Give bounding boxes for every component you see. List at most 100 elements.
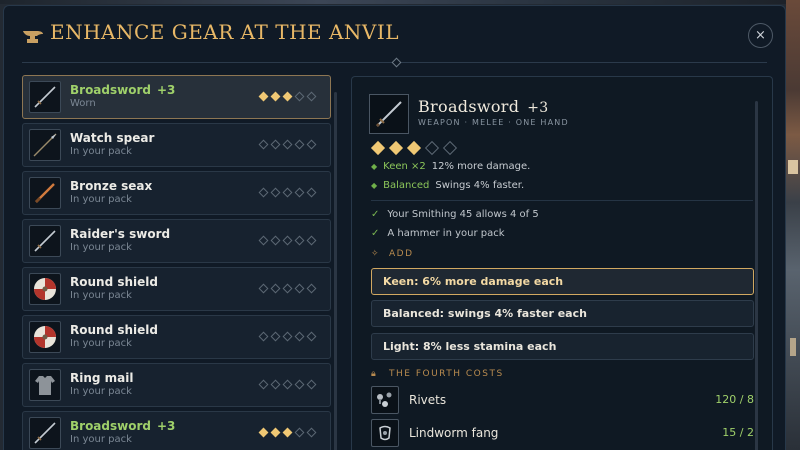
backdrop-top bbox=[0, 0, 800, 4]
pip-empty-icon bbox=[306, 235, 317, 246]
pip-empty-icon bbox=[270, 283, 281, 294]
trait-name: Keen ×2 bbox=[383, 161, 426, 172]
detail-name: Broadsword bbox=[418, 97, 520, 116]
pip-empty-icon bbox=[294, 331, 305, 342]
gear-item-level: +3 bbox=[156, 83, 176, 97]
gear-item-name: Broadsword bbox=[70, 419, 151, 433]
backdrop-right bbox=[786, 0, 800, 450]
check-icon: ✓ bbox=[371, 228, 380, 239]
gear-item-name: Broadsword bbox=[70, 83, 151, 97]
trait-text: 12% more damage. bbox=[431, 161, 531, 172]
trait-balanced: ◆ Balanced Swings 4% faster. bbox=[371, 180, 524, 191]
enhancement-pips bbox=[258, 91, 323, 103]
gear-item-title: Broadsword +3 bbox=[70, 419, 175, 433]
cost-quantity: 15 / 2 bbox=[722, 426, 754, 439]
pip-empty-icon bbox=[306, 427, 317, 438]
anvil-window: ENHANCE GEAR AT THE ANVIL × Broadsword +3… bbox=[3, 5, 786, 450]
spear-icon bbox=[29, 129, 61, 161]
gear-item-location: In your pack bbox=[70, 386, 132, 397]
pip-filled-icon bbox=[406, 140, 422, 156]
pip-empty-icon bbox=[282, 139, 293, 150]
sword-icon bbox=[29, 417, 61, 449]
trait-keen: ◆ Keen ×2 12% more damage. bbox=[371, 161, 530, 172]
pip-empty-icon bbox=[294, 283, 305, 294]
pip-empty-icon bbox=[424, 140, 440, 156]
pip-empty-icon bbox=[270, 379, 281, 390]
pip-empty-icon bbox=[270, 187, 281, 198]
option-keen[interactable]: Keen: 6% more damage each bbox=[371, 268, 754, 295]
detail-sword-icon bbox=[369, 94, 409, 134]
pip-empty-icon bbox=[282, 379, 293, 390]
pip-filled-icon bbox=[258, 427, 269, 438]
detail-level: +3 bbox=[527, 100, 549, 116]
pip-empty-icon bbox=[294, 139, 305, 150]
gear-list-item[interactable]: Broadsword +3 Worn bbox=[22, 75, 331, 119]
enhancement-pips bbox=[258, 187, 323, 199]
gear-item-title: Round shield bbox=[70, 323, 164, 337]
pip-empty-icon bbox=[258, 187, 269, 198]
pip-empty-icon bbox=[294, 427, 305, 438]
gear-list-item[interactable]: Bronze seax In your pack bbox=[22, 171, 331, 215]
gear-item-name: Ring mail bbox=[70, 371, 134, 385]
gear-item-title: Ring mail bbox=[70, 371, 140, 385]
cost-heading: 🔒︎ THE FOURTH COSTS bbox=[371, 369, 504, 379]
pip-empty-icon bbox=[282, 187, 293, 198]
pip-empty-icon bbox=[258, 379, 269, 390]
enhancement-pips bbox=[258, 331, 323, 343]
detail-scrollbar[interactable] bbox=[755, 101, 758, 450]
option-light[interactable]: Light: 8% less stamina each bbox=[371, 333, 754, 360]
pip-filled-icon bbox=[270, 91, 281, 102]
detail-panel: Broadsword +3 WEAPON · MELEE · ONE HAND ◆… bbox=[351, 76, 773, 450]
gear-item-location: Worn bbox=[70, 98, 96, 109]
close-button[interactable]: × bbox=[748, 23, 773, 48]
pip-filled-icon bbox=[388, 140, 404, 156]
gear-item-name: Round shield bbox=[70, 275, 158, 289]
pip-empty-icon bbox=[270, 331, 281, 342]
gear-item-title: Bronze seax bbox=[70, 179, 158, 193]
pip-empty-icon bbox=[258, 235, 269, 246]
sword-icon bbox=[29, 225, 61, 257]
requirement-text: Your Smithing 45 allows 4 of 5 bbox=[387, 209, 539, 220]
gear-list-scrollbar[interactable] bbox=[334, 92, 337, 450]
cost-name: Lindworm fang bbox=[409, 426, 499, 440]
trait-bullet-icon: ◆ bbox=[371, 162, 378, 171]
gear-list-item[interactable]: Ring mail In your pack bbox=[22, 363, 331, 407]
title-bar: ENHANCE GEAR AT THE ANVIL × bbox=[4, 6, 785, 62]
mail-icon bbox=[29, 369, 61, 401]
rivets-icon bbox=[371, 386, 399, 414]
gear-item-title: Watch spear bbox=[70, 131, 160, 145]
pip-empty-icon bbox=[306, 139, 317, 150]
pip-empty-icon bbox=[270, 139, 281, 150]
pip-filled-icon bbox=[282, 91, 293, 102]
detail-type: WEAPON · MELEE · ONE HAND bbox=[418, 118, 569, 127]
anvil-icon bbox=[23, 31, 43, 43]
cost-heading-text: THE FOURTH COSTS bbox=[389, 369, 504, 379]
detail-divider bbox=[371, 200, 753, 201]
gear-list-item[interactable]: Watch spear In your pack bbox=[22, 123, 331, 167]
pip-empty-icon bbox=[270, 235, 281, 246]
gear-list-item[interactable]: Round shield In your pack bbox=[22, 315, 331, 359]
pip-empty-icon bbox=[306, 331, 317, 342]
gear-item-name: Round shield bbox=[70, 323, 158, 337]
gear-item-location: In your pack bbox=[70, 242, 132, 253]
gear-item-location: In your pack bbox=[70, 146, 132, 157]
add-heading: ✧ ADD bbox=[371, 249, 414, 259]
pip-filled-icon bbox=[258, 91, 269, 102]
trait-bullet-icon: ◆ bbox=[371, 181, 378, 190]
cost-row-fang: Lindworm fang 15 / 2 bbox=[371, 419, 754, 449]
pip-empty-icon bbox=[282, 235, 293, 246]
gear-list-item[interactable]: Broadsword +3 In your pack bbox=[22, 411, 331, 450]
gear-list: Broadsword +3 Worn Watch spear In your pack B… bbox=[22, 75, 331, 450]
gear-list-item[interactable]: Raider's sword In your pack bbox=[22, 219, 331, 263]
pip-empty-icon bbox=[306, 91, 317, 102]
pip-empty-icon bbox=[306, 187, 317, 198]
option-balanced[interactable]: Balanced: swings 4% faster each bbox=[371, 300, 754, 327]
pip-empty-icon bbox=[294, 379, 305, 390]
pip-empty-icon bbox=[282, 331, 293, 342]
pip-empty-icon bbox=[258, 283, 269, 294]
pip-empty-icon bbox=[442, 140, 458, 156]
gear-list-item[interactable]: Round shield In your pack bbox=[22, 267, 331, 311]
gear-item-location: In your pack bbox=[70, 338, 132, 349]
window-title: ENHANCE GEAR AT THE ANVIL bbox=[50, 20, 400, 44]
gear-item-title: Broadsword +3 bbox=[70, 83, 175, 97]
